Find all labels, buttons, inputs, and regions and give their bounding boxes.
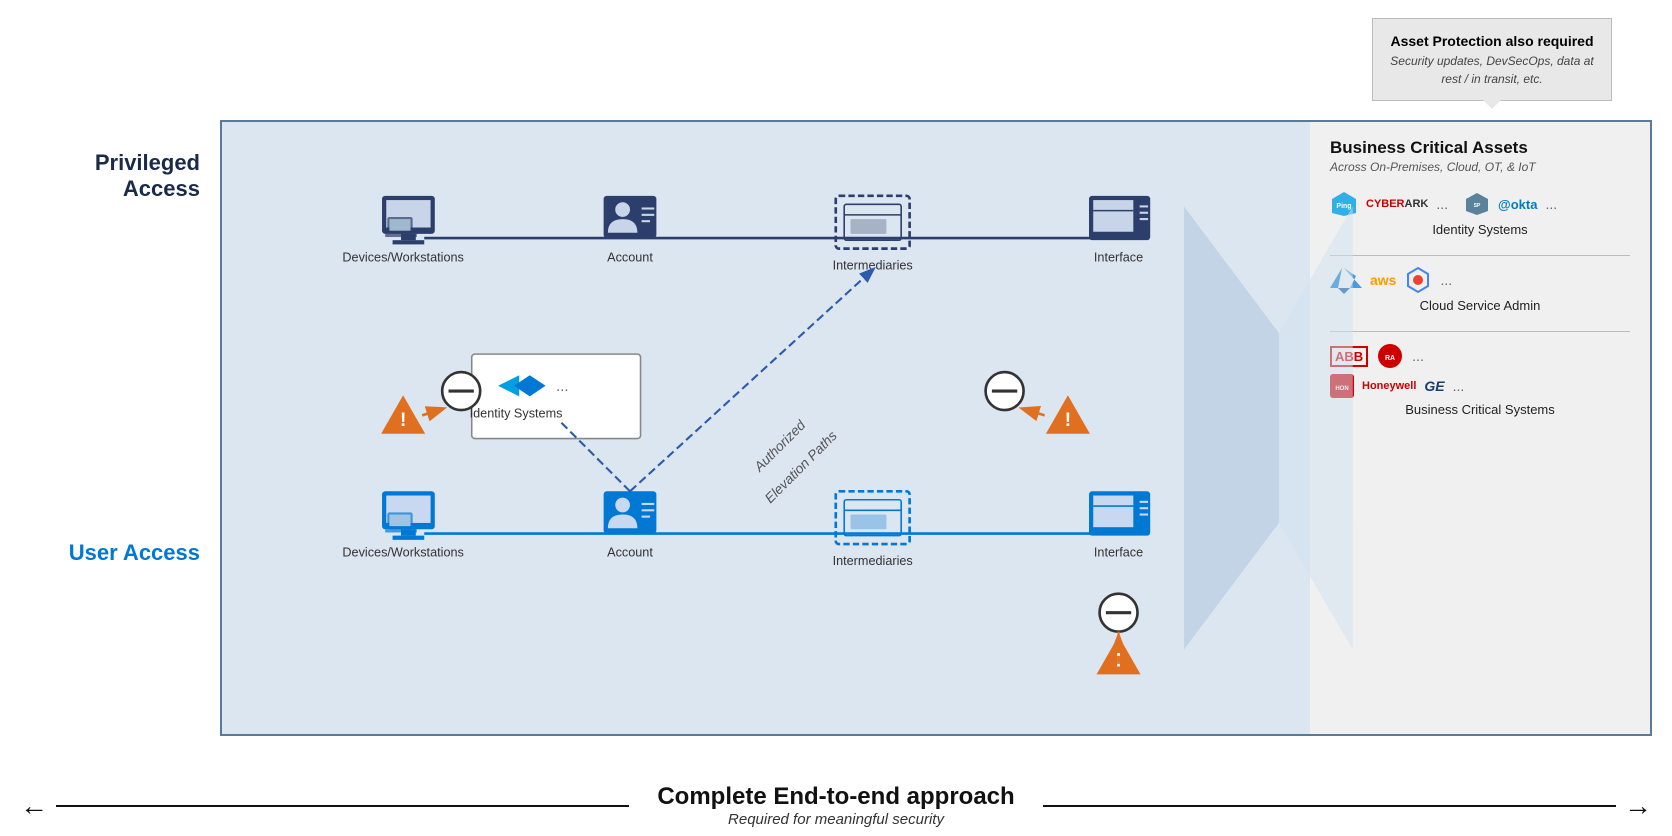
user-interface-label: Interface xyxy=(1094,546,1143,560)
callout-subtitle: Security updates, DevSecOps, data at res… xyxy=(1389,52,1595,88)
privileged-access-label: Privileged Access xyxy=(20,150,210,202)
priv-intermediaries-label: Intermediaries xyxy=(833,259,913,273)
user-account-icon xyxy=(604,491,657,533)
user-intermediaries-label: Intermediaries xyxy=(833,554,913,568)
user-account-label: Account xyxy=(607,546,653,560)
funnel-right xyxy=(1279,206,1353,649)
identity-systems-box-label: Identity Systems xyxy=(470,406,563,420)
elevation-label-2: Elevation Paths xyxy=(762,428,840,506)
identity-box xyxy=(472,354,641,438)
block-circle-3 xyxy=(1100,594,1138,632)
priv-devices-label: Devices/Workstations xyxy=(342,250,463,264)
bottom-subtitle: Required for meaningful security xyxy=(657,811,1014,828)
diagram-svg: Devices/Workstations Account xyxy=(222,122,1650,734)
arrow-right-icon: → xyxy=(1624,790,1652,822)
arrow-left-icon: ← xyxy=(20,790,48,822)
priv-account-icon xyxy=(604,196,657,238)
priv-interface-label: Interface xyxy=(1094,250,1143,264)
block-circle-2 xyxy=(986,372,1024,410)
diagram-container: Privileged Access User Access Business C… xyxy=(20,120,1652,736)
warning-triangle-2: ! xyxy=(1047,396,1089,433)
warning-triangle-1: ! xyxy=(382,396,424,433)
callout-title: Asset Protection also required xyxy=(1389,31,1595,52)
elevation-arrow-1 xyxy=(630,270,873,492)
priv-intermediaries-icon xyxy=(836,196,910,249)
user-access-label: User Access xyxy=(20,540,210,566)
warn-arrow-2 xyxy=(1024,409,1045,415)
asset-protection-callout: Asset Protection also required Security … xyxy=(1372,18,1612,101)
warn-arrow-1 xyxy=(422,409,442,415)
svg-text:!: ! xyxy=(400,410,406,431)
funnel-left xyxy=(1184,206,1279,649)
identity-dots: ... xyxy=(556,379,568,395)
block-circle-1 xyxy=(442,372,480,410)
user-intermediaries-icon xyxy=(836,491,910,544)
bottom-bar: ← Complete End-to-end approach Required … xyxy=(20,779,1652,828)
user-interface-icon xyxy=(1089,491,1150,535)
priv-interface-icon xyxy=(1089,196,1150,240)
svg-text:!: ! xyxy=(1065,410,1071,431)
bottom-title: Complete End-to-end approach xyxy=(657,783,1014,811)
main-diagram-box: Business Critical Assets Across On-Premi… xyxy=(220,120,1652,736)
user-devices-label: Devices/Workstations xyxy=(342,546,463,560)
priv-account-label: Account xyxy=(607,250,653,264)
